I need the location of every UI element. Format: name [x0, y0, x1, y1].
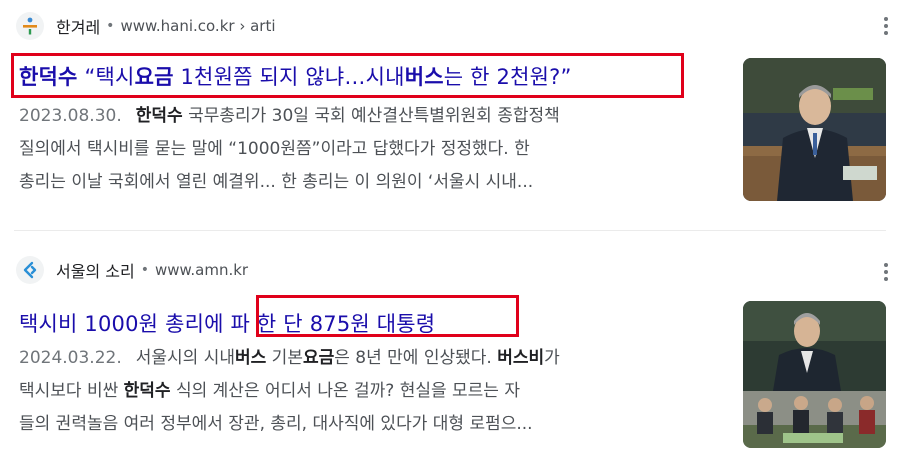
snippet-part: 요금 [302, 348, 335, 368]
more-vert-icon[interactable] [876, 260, 896, 284]
title-part: 버스 [404, 65, 444, 89]
snippet-line: 2023.08.30. 한덕수 국무총리가 30일 국회 예산결산특별위원회 종합… [19, 100, 719, 133]
result-thumbnail[interactable] [743, 301, 886, 448]
source-url: www.hani.co.kr › arti [120, 17, 276, 35]
result-divider [14, 230, 886, 231]
snippet-part: 은 8년 만에 인상됐다. [334, 348, 498, 368]
snippet-part: 가 [544, 348, 560, 368]
source-separator: • [106, 18, 115, 34]
result-date: 2024.03.22. [19, 348, 122, 368]
more-vert-icon[interactable] [876, 14, 896, 38]
snippet-line: 2024.03.22. 서울시의 시내버스 기본요금은 8년 만에 인상됐다. 버… [19, 342, 719, 375]
snippet-part: 서울시의 시내 [135, 348, 235, 368]
hani-logo-icon [16, 12, 44, 40]
snippet-line: 질의에서 택시비를 묻는 말에 “1000원쯤”이라고 답했다가 정정했다. 한 [19, 133, 719, 166]
snippet-part: 질의에서 택시비를 묻는 말에 “1000원쯤”이라고 답했다가 정정했다. 한 [19, 139, 530, 159]
title-part: 요금 [134, 65, 174, 89]
result-source[interactable]: 한겨레 • www.hani.co.kr › arti [16, 11, 276, 41]
title-part: 1천원쯤 되지 않냐…시내 [173, 65, 405, 89]
result-thumbnail[interactable] [743, 58, 886, 201]
snippet-line: 들의 권력놀음 여러 정부에서 장관, 총리, 대사직에 있다가 대형 로펌으.… [19, 408, 719, 441]
snippet-part: 기본 [266, 348, 303, 368]
snippet-part: 한덕수 [123, 381, 171, 401]
snippet-part: 총리는 이날 국회에서 열린 예결위... 한 총리는 이 의원이 ‘서울시 시… [19, 172, 534, 192]
snippet-line: 총리는 이날 국회에서 열린 예결위... 한 총리는 이 의원이 ‘서울시 시… [19, 166, 719, 199]
source-name: 한겨레 [56, 18, 101, 37]
snippet-part: 국무총리가 30일 국회 예산결산특별위원회 종합정책 [182, 106, 560, 126]
result-snippet: 2024.03.22. 서울시의 시내버스 기본요금은 8년 만에 인상됐다. 버… [19, 342, 719, 441]
result-title-link[interactable]: 한덕수 “택시요금 1천원쯤 되지 않냐…시내버스는 한 2천원?” [19, 61, 572, 91]
result-snippet: 2023.08.30. 한덕수 국무총리가 30일 국회 예산결산특별위원회 종합… [19, 100, 719, 199]
title-part: 는 한 2천원?” [443, 65, 572, 89]
snippet-part: 택시보다 비싼 [19, 381, 124, 401]
result-title-link[interactable]: 택시비 1000원 총리에 파 한 단 875원 대통령 [19, 308, 435, 338]
search-result-2: 서울의 소리 • www.amn.kr 택시비 1000원 총리에 파 한 단 … [0, 240, 916, 462]
title-part: 한덕수 [19, 65, 78, 89]
search-result-1: 한겨레 • www.hani.co.kr › arti 한덕수 “택시요금 1천… [0, 0, 916, 225]
result-source[interactable]: 서울의 소리 • www.amn.kr [16, 255, 248, 285]
snippet-part: 한덕수 [135, 106, 183, 126]
title-part: “택시 [77, 65, 135, 89]
snippet-part: 버스 [235, 348, 267, 368]
result-date: 2023.08.30. [19, 106, 122, 126]
source-url: www.amn.kr [154, 261, 249, 279]
source-separator: • [140, 262, 149, 278]
source-name: 서울의 소리 [56, 262, 135, 281]
snippet-part: 버스비 [497, 348, 545, 368]
snippet-part: 식의 계산은 어디서 나온 걸까? 현실을 모르는 자 [170, 381, 520, 401]
snippet-part: 들의 권력놀음 여러 정부에서 장관, 총리, 대사직에 있다가 대형 로펌으.… [19, 414, 533, 434]
amn-logo-icon [16, 256, 44, 284]
snippet-line: 택시보다 비싼 한덕수 식의 계산은 어디서 나온 걸까? 현실을 모르는 자 [19, 375, 719, 408]
